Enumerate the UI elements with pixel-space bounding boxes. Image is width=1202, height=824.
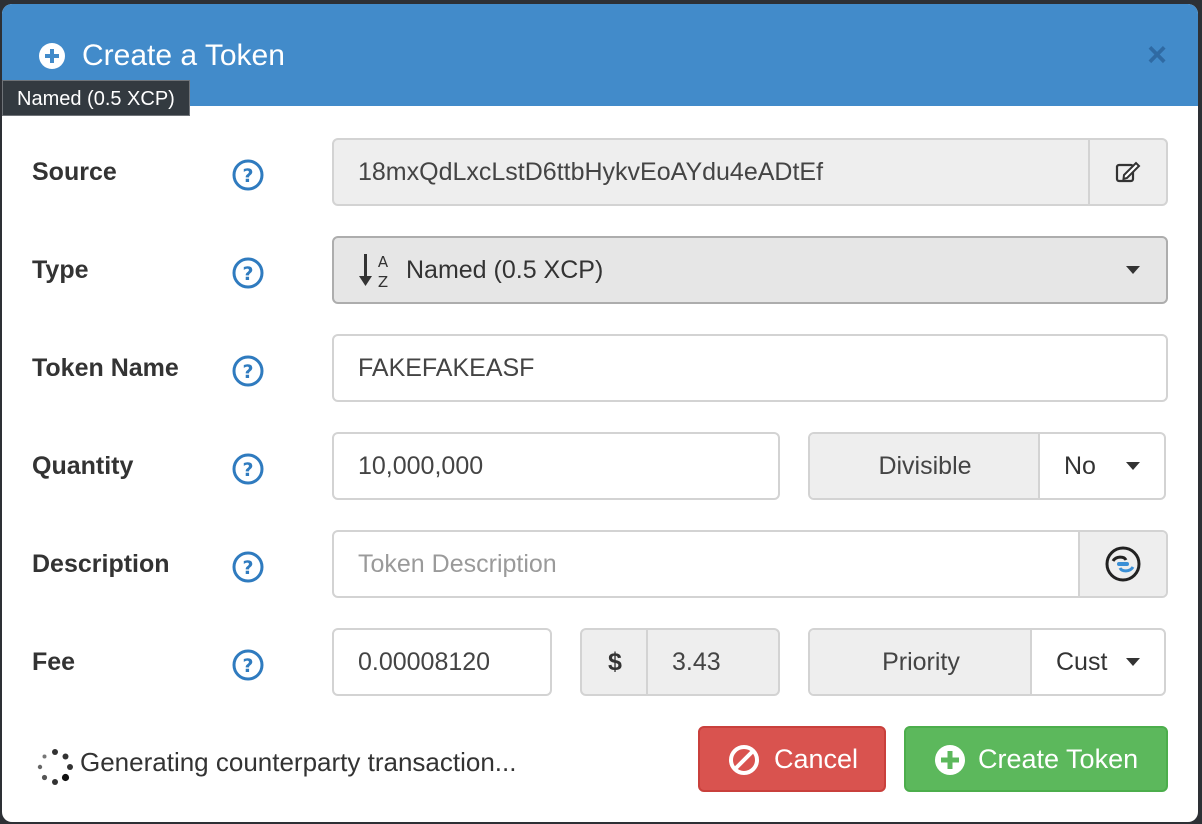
priority-group: Priority Cust: [808, 628, 1166, 696]
svg-text:?: ?: [242, 459, 253, 481]
svg-text:?: ?: [242, 557, 253, 579]
plus-circle-icon: [39, 43, 65, 69]
fee-value: 0.00008120: [358, 648, 491, 676]
modal-title: Create a Token: [82, 39, 285, 72]
priority-addon: Priority: [810, 630, 1032, 694]
type-tooltip: Named (0.5 XCP): [2, 80, 190, 116]
divisible-group: Divisible No: [808, 432, 1166, 500]
description-label: Description: [32, 550, 170, 578]
plus-circle-icon: [935, 745, 965, 775]
svg-text:?: ?: [242, 263, 253, 285]
source-label: Source: [32, 158, 117, 186]
help-icon[interactable]: ?: [231, 256, 265, 290]
fee-usd-value: 3.43: [672, 648, 721, 676]
create-token-button[interactable]: Create Token: [904, 726, 1168, 792]
status-text: Generating counterparty transaction...: [80, 747, 517, 777]
link-icon: [1105, 546, 1141, 582]
description-addon[interactable]: [1078, 532, 1166, 596]
description-placeholder: Token Description: [358, 550, 557, 578]
divisible-addon: Divisible: [810, 434, 1040, 498]
type-selected: Named (0.5 XCP): [406, 256, 604, 284]
sort-alpha-icon: A Z: [359, 253, 389, 291]
divisible-value: No: [1064, 452, 1096, 480]
svg-text:?: ?: [242, 361, 253, 383]
currency-addon: $: [582, 630, 648, 694]
help-icon[interactable]: ?: [231, 648, 265, 682]
close-icon[interactable]: ×: [1142, 38, 1172, 72]
divisible-label: Divisible: [878, 452, 972, 480]
quantity-label: Quantity: [32, 452, 134, 480]
fee-usd-group: $ 3.43: [580, 628, 780, 696]
svg-text:?: ?: [242, 655, 253, 677]
ban-icon: [729, 745, 759, 775]
source-value: 18mxQdLxcLstD6ttbHykvEoAYdu4eADtEf: [358, 158, 824, 186]
quantity-value: 10,000,000: [358, 452, 484, 480]
priority-select[interactable]: Cust: [1032, 630, 1164, 694]
description-input[interactable]: Token Description: [332, 530, 1168, 598]
create-token-modal: Create a Token × Named (0.5 XCP) Source …: [2, 4, 1198, 822]
help-icon[interactable]: ?: [231, 158, 265, 192]
currency-symbol: $: [608, 648, 622, 676]
svg-text:Z: Z: [378, 273, 388, 291]
edit-icon[interactable]: [1114, 158, 1142, 186]
fee-label: Fee: [32, 648, 76, 676]
chevron-down-icon: [1126, 266, 1140, 274]
create-token-label: Create Token: [978, 744, 1139, 774]
priority-value: Cust: [1056, 648, 1108, 676]
priority-label: Priority: [882, 648, 960, 676]
type-select[interactable]: A Z Named (0.5 XCP): [332, 236, 1168, 304]
cancel-label: Cancel: [774, 744, 859, 774]
help-icon[interactable]: ?: [231, 452, 265, 486]
svg-text:A: A: [378, 253, 389, 271]
token-name-input[interactable]: FAKEFAKEASF: [332, 334, 1168, 402]
source-field[interactable]: 18mxQdLxcLstD6ttbHykvEoAYdu4eADtEf: [332, 138, 1168, 206]
cancel-button[interactable]: Cancel: [698, 726, 886, 792]
svg-text:?: ?: [242, 165, 253, 187]
help-icon[interactable]: ?: [231, 550, 265, 584]
spinner-icon: [37, 749, 73, 785]
type-label: Type: [32, 256, 89, 284]
chevron-down-icon: [1126, 462, 1140, 470]
divisible-select[interactable]: No: [1040, 434, 1164, 498]
help-icon[interactable]: ?: [231, 354, 265, 388]
quantity-input[interactable]: 10,000,000: [332, 432, 780, 500]
token-name-label: Token Name: [32, 354, 179, 382]
chevron-down-icon: [1126, 658, 1140, 666]
source-addon-divider: [1088, 140, 1090, 204]
token-name-value: FAKEFAKEASF: [358, 354, 535, 382]
fee-input[interactable]: 0.00008120: [332, 628, 552, 696]
